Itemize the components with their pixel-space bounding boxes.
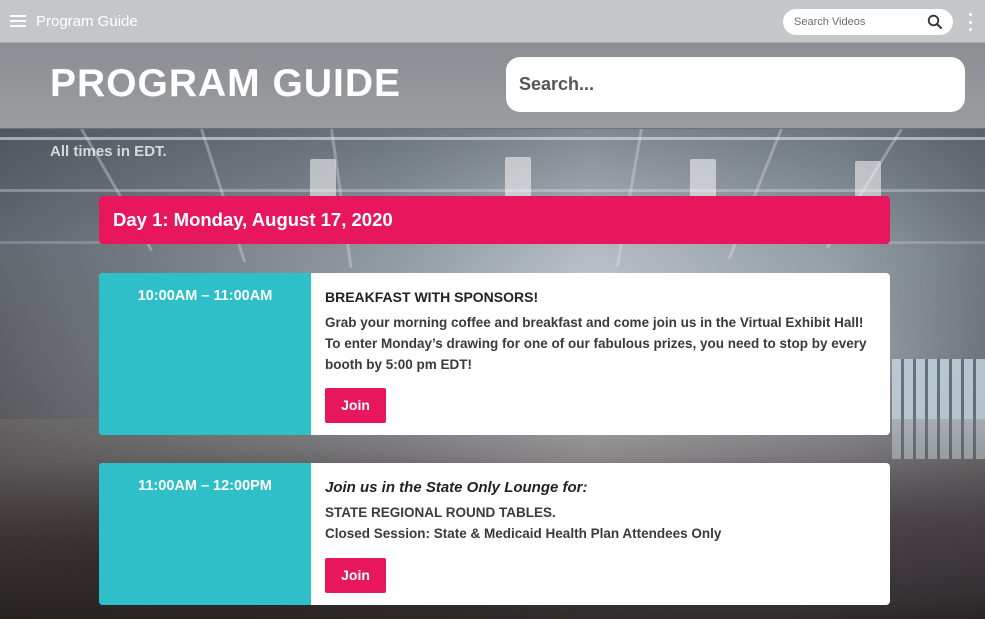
session-description-line: To enter Monday’s drawing for one of our…	[325, 336, 867, 372]
search-icon[interactable]	[927, 14, 943, 30]
app-bar: Program Guide	[0, 0, 985, 43]
session-card: 11:00AM – 12:00PM Join us in the State O…	[99, 463, 890, 605]
session-description-line: STATE REGIONAL ROUND TABLES.	[325, 505, 556, 520]
menu-icon	[10, 15, 26, 27]
video-search-input[interactable]	[794, 16, 926, 28]
session-card: 10:00AM – 11:00AM BREAKFAST WITH SPONSOR…	[99, 273, 890, 435]
session-title: Join us in the State Only Lounge for:	[325, 479, 588, 496]
page-title: PROGRAM GUIDE	[50, 62, 402, 105]
join-button[interactable]: Join	[325, 388, 386, 423]
join-button[interactable]: Join	[325, 558, 386, 593]
session-time: 10:00AM – 11:00AM	[99, 273, 311, 435]
session-body: Join us in the State Only Lounge for: ST…	[311, 463, 741, 605]
timezone-note: All times in EDT.	[50, 143, 167, 160]
session-description-line: Grab your morning coffee and breakfast a…	[325, 315, 864, 330]
session-body: BREAKFAST WITH SPONSORS! Grab your morni…	[311, 273, 890, 435]
menu-button[interactable]	[0, 0, 36, 43]
session-time: 11:00AM – 12:00PM	[99, 463, 311, 605]
session-title: BREAKFAST WITH SPONSORS!	[325, 289, 539, 305]
more-vert-icon[interactable]	[964, 13, 976, 31]
app-title: Program Guide	[36, 12, 138, 30]
day-label: Day 1: Monday, August 17, 2020	[113, 209, 393, 230]
session-description-line: Closed Session: State & Medicaid Health …	[325, 526, 722, 541]
program-search-box	[506, 57, 965, 112]
page-header: PROGRAM GUIDE	[0, 43, 985, 129]
program-search-input[interactable]	[519, 74, 939, 95]
video-search-box	[783, 9, 953, 35]
day-banner: Day 1: Monday, August 17, 2020	[99, 196, 890, 244]
